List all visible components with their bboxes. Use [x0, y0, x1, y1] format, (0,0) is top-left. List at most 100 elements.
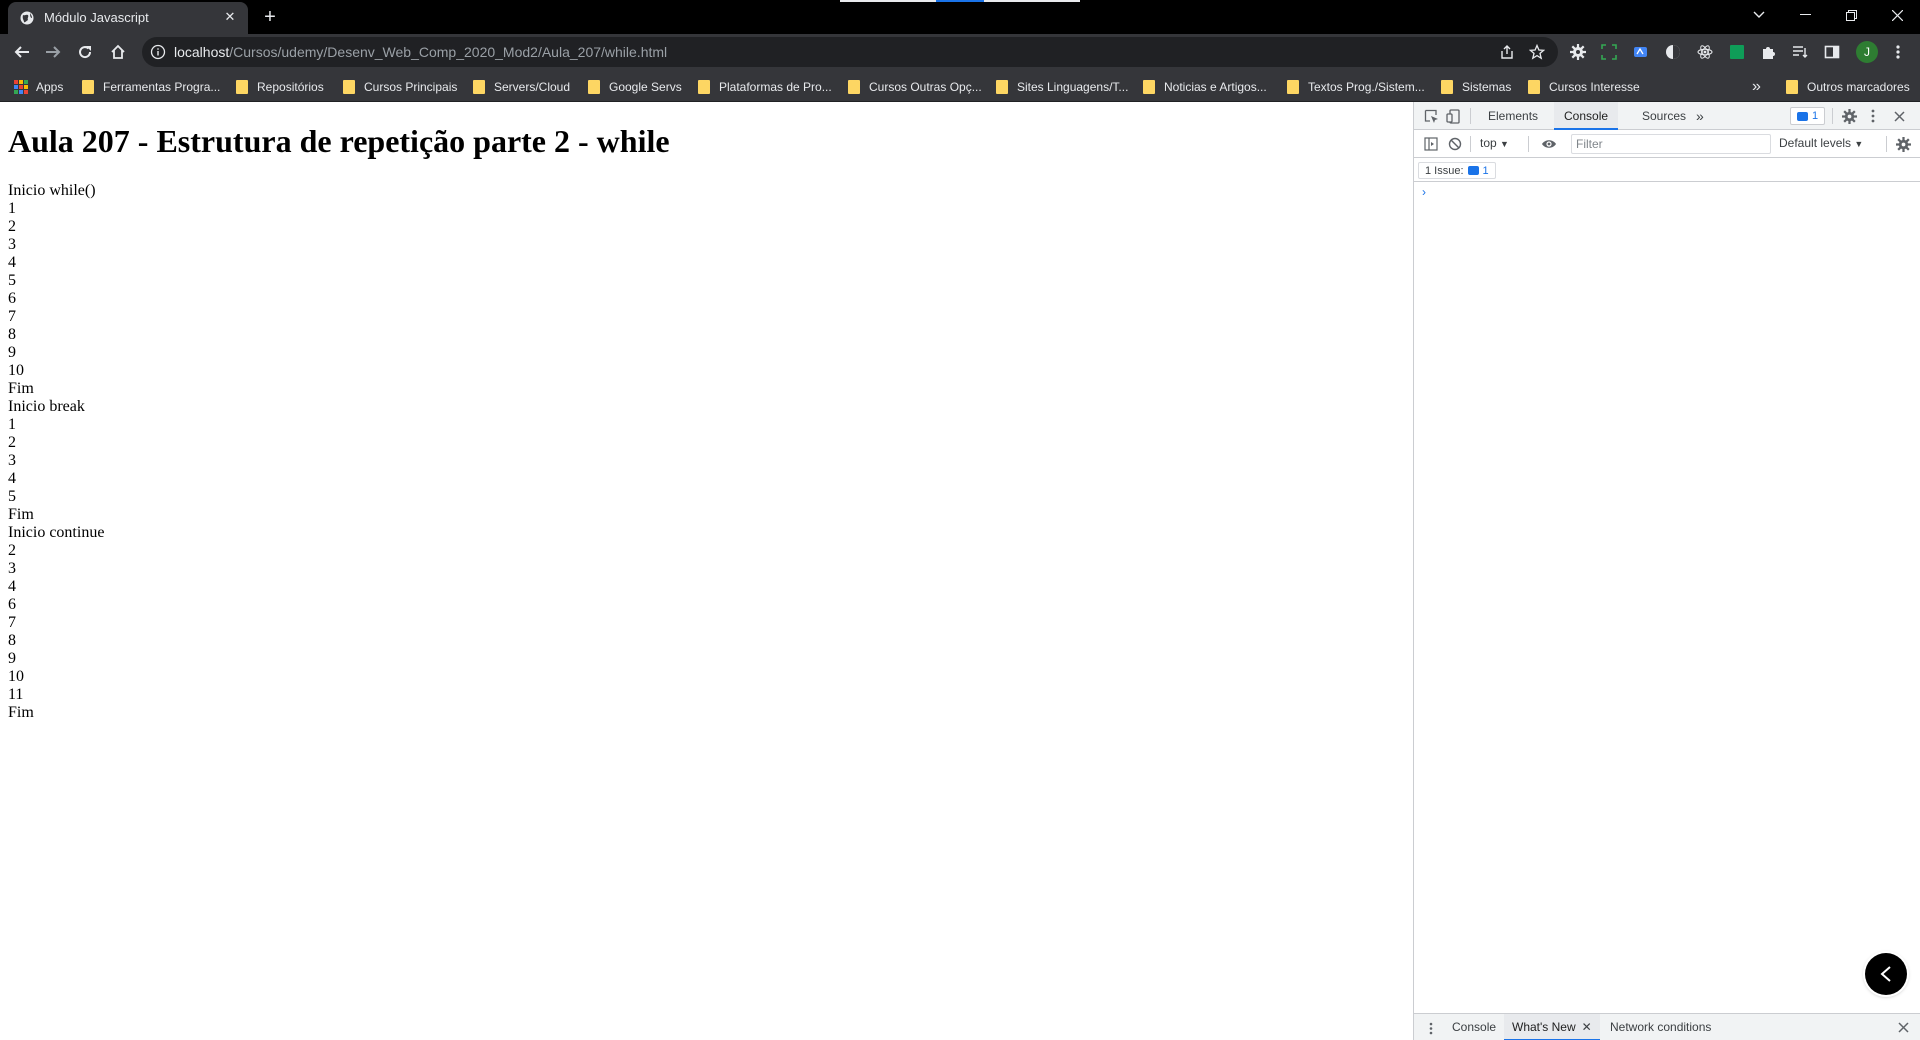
close-tab-icon[interactable]: ✕ — [1582, 1020, 1592, 1034]
react-extension-icon[interactable] — [1697, 44, 1713, 60]
bookmark-folder[interactable]: Cursos Outras Opç... — [848, 78, 982, 96]
output-line: Inicio while() — [8, 182, 96, 199]
output-line: 11 — [8, 686, 24, 703]
console-settings-gear-icon[interactable] — [1894, 135, 1912, 153]
tab-search-icon[interactable] — [1736, 0, 1782, 30]
reload-icon[interactable] — [71, 38, 99, 66]
issues-bar: 1 Issue: 1 — [1414, 158, 1920, 182]
output-line: 7 — [8, 308, 16, 325]
clear-console-icon[interactable] — [1446, 135, 1464, 153]
drawer-tab-label: What's New — [1512, 1020, 1576, 1034]
bookmark-label: Outros marcadores — [1807, 80, 1910, 94]
drawer-tab-console[interactable]: Console — [1444, 1014, 1504, 1040]
messages-badge[interactable]: 1 — [1790, 107, 1826, 125]
bookmark-folder[interactable]: Google Servs — [588, 78, 682, 96]
screenshot-extension-icon[interactable] — [1601, 44, 1617, 60]
page-content: Aula 207 - Estrutura de repetição parte … — [0, 102, 1413, 1040]
drawer-menu-icon[interactable] — [1422, 1019, 1440, 1037]
bookmark-label: Ferramentas Progra... — [103, 80, 221, 94]
bookmark-apps[interactable]: Apps — [14, 78, 63, 96]
bookmark-folder[interactable]: Cursos Principais — [343, 78, 457, 96]
output-line: 6 — [8, 290, 16, 307]
back-arrow-icon[interactable] — [8, 38, 36, 66]
chevron-left-icon — [1880, 966, 1891, 982]
output-line: 10 — [8, 668, 24, 685]
console-toolbar: top ▼ Default levels ▼ — [1414, 130, 1920, 158]
output-line: 3 — [8, 560, 16, 577]
browser-toolbar: localhost/Cursos/udemy/Desenv_Web_Comp_2… — [0, 34, 1920, 70]
bookmarks-overflow-button[interactable]: » — [1752, 78, 1761, 96]
output-line: Fim — [8, 506, 34, 523]
devtools-panel: Elements Console Sources » 1 top ▼ Filte… — [1413, 102, 1920, 1040]
tab-elements[interactable]: Elements — [1478, 102, 1548, 130]
bookmark-label: Textos Prog./Sistem... — [1308, 80, 1425, 94]
kebab-menu-icon[interactable] — [1890, 44, 1906, 60]
close-drawer-icon[interactable] — [1894, 1018, 1912, 1036]
star-icon[interactable] — [1528, 43, 1546, 61]
translate-extension-icon[interactable] — [1633, 44, 1649, 60]
tab-sources[interactable]: Sources — [1632, 102, 1696, 130]
bookmark-folder[interactable]: Ferramentas Progra... — [82, 78, 220, 96]
home-icon[interactable] — [104, 38, 132, 66]
context-selector[interactable]: top ▼ — [1480, 136, 1509, 150]
folder-icon — [343, 80, 355, 94]
output-line: 8 — [8, 326, 16, 343]
side-panel-icon[interactable] — [1824, 44, 1840, 60]
bookmark-folder[interactable]: Repositórios — [236, 78, 324, 96]
sidebar-toggle-icon[interactable] — [1422, 135, 1440, 153]
dropdown-caret-icon: ▼ — [1500, 139, 1509, 149]
bookmark-folder[interactable]: Cursos Interesse — [1528, 78, 1640, 96]
bookmark-folder[interactable]: Plataformas de Pro... — [698, 78, 832, 96]
bookmark-folder[interactable]: Noticias e Artigos... — [1143, 78, 1267, 96]
browser-tab[interactable]: Módulo Javascript ✕ — [8, 2, 248, 34]
address-bar[interactable]: localhost/Cursos/udemy/Desenv_Web_Comp_2… — [142, 37, 1558, 67]
bookmark-label: Cursos Outras Opç... — [869, 80, 982, 94]
profile-avatar[interactable]: J — [1856, 41, 1878, 63]
close-window-icon[interactable] — [1874, 0, 1920, 30]
collapse-chevron-button[interactable] — [1865, 953, 1907, 995]
log-levels-label: Default levels — [1779, 136, 1852, 150]
eye-icon[interactable] — [1540, 135, 1558, 153]
tab-close-icon[interactable]: ✕ — [222, 9, 238, 25]
bookmark-folder[interactable]: Sistemas — [1441, 78, 1511, 96]
green-extension-icon[interactable] — [1729, 44, 1745, 60]
gear-extension-icon[interactable] — [1570, 44, 1586, 60]
info-icon[interactable] — [150, 44, 166, 60]
dark-mode-extension-icon[interactable] — [1665, 44, 1681, 60]
reading-list-icon[interactable] — [1792, 44, 1808, 60]
bookmark-label: Plataformas de Pro... — [719, 80, 832, 94]
device-toolbar-icon[interactable] — [1444, 107, 1462, 125]
forward-arrow-icon[interactable] — [39, 38, 67, 66]
console-prompt[interactable]: › — [1422, 185, 1426, 199]
output-line: 3 — [8, 236, 16, 253]
more-tabs-button[interactable]: » — [1690, 102, 1710, 130]
folder-icon — [473, 80, 485, 94]
minimize-icon[interactable] — [1782, 0, 1828, 30]
bookmark-label: Google Servs — [609, 80, 682, 94]
folder-icon — [698, 80, 710, 94]
folder-icon — [1287, 80, 1299, 94]
tab-console[interactable]: Console — [1554, 102, 1619, 130]
page-heading: Aula 207 - Estrutura de repetição parte … — [8, 123, 670, 159]
output-line: 3 — [8, 452, 16, 469]
inspect-element-icon[interactable] — [1422, 107, 1440, 125]
issues-button[interactable]: 1 Issue: 1 — [1418, 162, 1496, 179]
bookmark-folder[interactable]: Textos Prog./Sistem... — [1287, 78, 1425, 96]
new-tab-button[interactable]: + — [258, 6, 282, 28]
drawer-tab-whats-new[interactable]: What's New ✕ — [1504, 1014, 1600, 1040]
devtools-menu-icon[interactable] — [1864, 107, 1882, 125]
bookmark-folder[interactable]: Servers/Cloud — [473, 78, 570, 96]
puzzle-icon[interactable] — [1761, 44, 1777, 60]
output-line: Inicio break — [8, 398, 85, 415]
restore-icon[interactable] — [1828, 0, 1874, 30]
other-bookmarks-folder[interactable]: Outros marcadores — [1786, 78, 1910, 96]
close-devtools-icon[interactable] — [1890, 107, 1908, 125]
bookmark-folder[interactable]: Sites Linguagens/T... — [996, 78, 1128, 96]
settings-gear-icon[interactable] — [1840, 107, 1858, 125]
output-line: 1 — [8, 200, 16, 217]
share-icon[interactable] — [1498, 43, 1516, 61]
drawer-tab-network-conditions[interactable]: Network conditions — [1602, 1014, 1719, 1040]
log-levels-dropdown[interactable]: Default levels ▼ — [1779, 136, 1863, 150]
message-icon — [1797, 111, 1808, 121]
console-filter-input[interactable] — [1571, 134, 1771, 154]
